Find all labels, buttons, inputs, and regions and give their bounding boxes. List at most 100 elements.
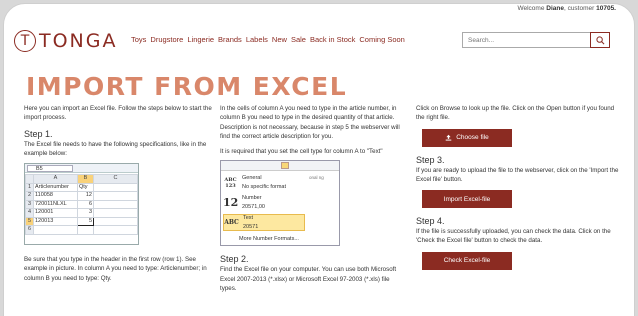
step-3-text: If you are ready to upload the file to t… xyxy=(416,166,619,183)
upload-icon xyxy=(445,134,452,141)
nav-item-labels[interactable]: Labels xyxy=(246,35,268,44)
welcome-prefix: Welcome xyxy=(517,5,547,12)
page-title: IMPORT FROM EXCEL xyxy=(26,72,348,101)
excel-example-image: B5 A B C 1 Articlenumber Qty 2 110058 12… xyxy=(24,163,139,246)
table-row: 4 120001 3 xyxy=(25,208,138,218)
choose-file-label: Choose file xyxy=(456,133,489,141)
general-format-icon: ABC 123 xyxy=(224,176,237,189)
check-excel-button[interactable]: Check Excel-file xyxy=(422,251,512,270)
step-2-text: Find the Excel file on your computer. Yo… xyxy=(220,266,397,293)
site-header: T TONGA Toys Drugstore Lingerie Brands L… xyxy=(4,28,634,58)
main-nav: Toys Drugstore Lingerie Brands Labels Ne… xyxy=(131,35,405,44)
excel-cell: 12 xyxy=(77,191,94,201)
logo-mark: T xyxy=(14,30,36,52)
welcome-middle: , customer xyxy=(563,5,597,12)
welcome-message: Welcome Diane, customer 10705. xyxy=(517,5,616,12)
page-frame: Welcome Diane, customer 10705. T TONGA T… xyxy=(3,3,635,316)
excel-cell xyxy=(77,225,94,235)
table-row: 1 Articlenumber Qty xyxy=(25,182,138,193)
nav-item-sale[interactable]: Sale xyxy=(291,35,306,44)
excel-cell: 720011NLXL xyxy=(33,199,78,210)
format-sub: No specific format xyxy=(242,183,287,190)
excel-cell: 120001 xyxy=(33,208,78,218)
nav-item-coming-soon[interactable]: Coming Soon xyxy=(359,35,404,44)
excel-cell xyxy=(93,225,138,235)
excel-row-header: 1 xyxy=(25,182,34,193)
customer-name: Diane xyxy=(546,5,564,12)
check-excel-label: Check Excel-file xyxy=(443,257,491,265)
excel-formula-bar: B5 xyxy=(25,164,138,174)
step-3-title: Step 3. xyxy=(416,154,445,165)
excel-cell: Articlenumber xyxy=(33,182,78,193)
intro-text: Here you can import an Excel file. Follo… xyxy=(24,105,212,122)
nav-item-new[interactable]: New xyxy=(272,35,287,44)
header-instructions: Be sure that you type in the header in t… xyxy=(24,256,207,282)
excel-grid: A B C 1 Articlenumber Qty 2 110058 12 3 … xyxy=(25,174,138,235)
format-label: General xyxy=(242,174,262,181)
column-instructions: In the cells of column A you need to typ… xyxy=(220,105,400,140)
excel-cell xyxy=(93,191,138,201)
cell-type-requirement: It is required that you set the cell typ… xyxy=(220,148,383,156)
table-row: 2 110058 12 xyxy=(25,191,138,201)
step-2-title: Step 2. xyxy=(220,254,249,265)
excel-col-header: C xyxy=(93,174,138,184)
excel-col-header: B xyxy=(77,174,94,184)
table-row: 5 120013 5 xyxy=(25,216,138,227)
column-3: Click on Browse to look up the file. Cli… xyxy=(416,104,621,278)
nav-item-brands[interactable]: Brands xyxy=(218,35,242,44)
search-input[interactable] xyxy=(463,33,583,47)
logo-text: TONGA xyxy=(39,30,118,52)
excel-cell: 3 xyxy=(77,208,94,218)
step-4-text: If the file is successfully uploaded, yo… xyxy=(416,228,611,245)
ribbon-side-text: onal ng xyxy=(309,175,324,181)
format-option-general: ABC 123 General No specific format xyxy=(223,174,305,191)
step-4-title: Step 4. xyxy=(416,216,445,227)
excel-cell xyxy=(93,216,138,227)
format-label: Text xyxy=(243,214,254,221)
excel-cell: Qty xyxy=(77,182,94,193)
browse-instructions: Click on Browse to look up the file. Cli… xyxy=(416,105,615,122)
excel-col-header: A xyxy=(33,174,78,184)
excel-row-header: 3 xyxy=(25,199,34,210)
excel-cell: 120013 xyxy=(33,216,78,227)
excel-row-header: 2 xyxy=(25,191,34,201)
excel-cell xyxy=(93,208,138,218)
format-sub: 20571,00 xyxy=(242,203,265,210)
text-format-icon: ABC xyxy=(224,219,239,227)
column-1: Here you can import an Excel file. Follo… xyxy=(24,104,214,289)
format-sub: 20571 xyxy=(243,223,259,230)
search-box xyxy=(462,32,610,48)
import-excel-label: Import Excel-file xyxy=(443,195,491,203)
logo[interactable]: T TONGA xyxy=(14,30,118,52)
step-1-text: The Excel file needs to have the followi… xyxy=(24,140,207,157)
format-toolbar xyxy=(221,161,339,172)
excel-row-header: 4 xyxy=(25,208,34,218)
excel-row-header: 5 xyxy=(25,216,34,227)
nav-item-back-in-stock[interactable]: Back in Stock xyxy=(310,35,355,44)
excel-cell: 6 xyxy=(77,199,94,210)
nav-item-toys[interactable]: Toys xyxy=(131,35,146,44)
excel-namebox: B5 xyxy=(27,165,73,173)
choose-file-button[interactable]: Choose file xyxy=(422,128,512,147)
customer-id: 10705. xyxy=(596,5,616,12)
table-row: 6 xyxy=(25,225,138,235)
excel-col-header xyxy=(25,174,34,184)
chevron-down-icon xyxy=(281,162,289,170)
import-excel-button[interactable]: Import Excel-file xyxy=(422,190,512,209)
number-format-icon: 12 xyxy=(223,196,239,210)
search-icon xyxy=(595,35,604,44)
nav-item-lingerie[interactable]: Lingerie xyxy=(187,35,214,44)
search-button[interactable] xyxy=(590,32,610,48)
format-option-text: ABC Text 20571 xyxy=(223,214,305,232)
step-1-title: Step 1. xyxy=(24,128,53,139)
excel-cell-selected: 5 xyxy=(77,216,94,227)
excel-cell xyxy=(93,199,138,210)
nav-item-drugstore[interactable]: Drugstore xyxy=(150,35,183,44)
excel-row-header: 6 xyxy=(25,225,34,235)
more-number-formats: More Number Formats... xyxy=(239,236,299,243)
format-option-number: 12 Number 20571,00 xyxy=(223,194,305,211)
excel-cell: 110058 xyxy=(33,191,78,201)
table-row: 3 720011NLXL 6 xyxy=(25,199,138,210)
format-label: Number xyxy=(242,194,262,201)
number-format-menu-image: onal ng ABC 123 General No specific forma… xyxy=(220,160,340,247)
